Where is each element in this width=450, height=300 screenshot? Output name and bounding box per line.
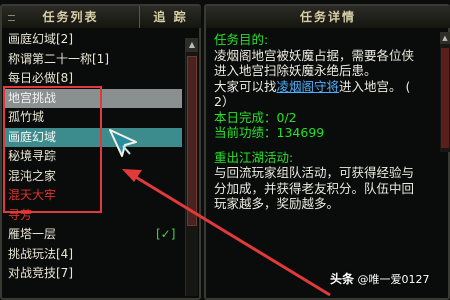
watermark-prefix: 头条	[330, 272, 355, 286]
pointer-cursor-icon	[109, 129, 137, 157]
watermark: 头条 @唯一爱0127	[330, 270, 430, 287]
watermark-handle: @唯一爱0127	[357, 273, 430, 286]
annotation-arrow-icon	[122, 169, 331, 297]
